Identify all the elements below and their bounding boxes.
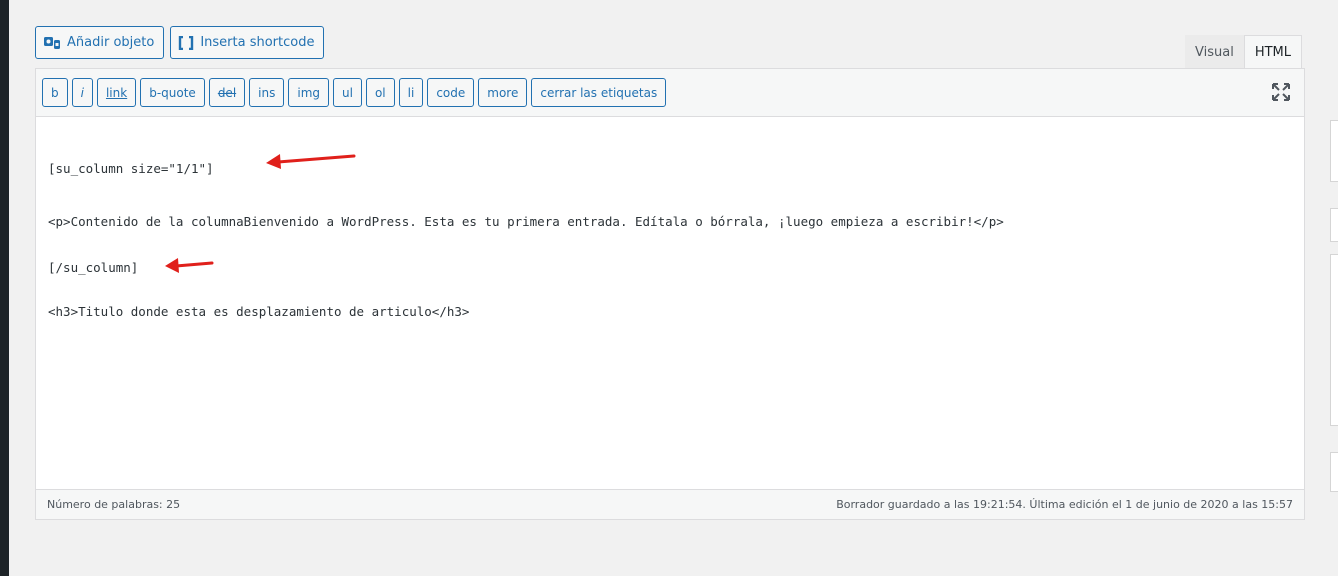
- metabox-edge: [1330, 208, 1338, 242]
- qt-code-button[interactable]: code: [427, 78, 475, 107]
- metabox-edge: [1330, 452, 1338, 492]
- qt-blockquote-button[interactable]: b-quote: [140, 78, 205, 107]
- metabox-edge: [1330, 120, 1338, 182]
- qt-del-button[interactable]: del: [208, 78, 246, 107]
- qt-link-button[interactable]: link: [96, 78, 137, 107]
- qt-ul-button[interactable]: ul: [333, 78, 362, 107]
- qt-ins-button[interactable]: ins: [249, 78, 285, 107]
- qt-italic-button[interactable]: i: [71, 78, 93, 107]
- editor-tabs: Visual HTML: [1185, 35, 1302, 69]
- content-textarea[interactable]: [su_column size="1/1"] <p>Contenido de l…: [36, 117, 1304, 491]
- html-editor: b i link b-quote del ins img ul ol li co…: [35, 68, 1305, 520]
- fullscreen-icon[interactable]: [1272, 83, 1290, 101]
- qt-ol-button[interactable]: ol: [365, 78, 395, 107]
- content-line-3: [/su_column]: [48, 260, 139, 275]
- qt-more-button[interactable]: more: [478, 78, 528, 107]
- qt-close-tags-button[interactable]: cerrar las etiquetas: [531, 78, 667, 107]
- metabox-edge: [1330, 254, 1338, 426]
- quicktags-toolbar: b i link b-quote del ins img ul ol li co…: [36, 69, 1304, 117]
- tab-html[interactable]: HTML: [1243, 35, 1302, 69]
- side-metaboxes-edge: [1330, 0, 1338, 576]
- content-line-1: [su_column size="1/1"]: [48, 161, 214, 176]
- editor-status-bar: Número de palabras: 25 Borrador guardado…: [36, 489, 1304, 519]
- insert-shortcode-button[interactable]: Inserta shortcode: [170, 26, 325, 59]
- add-media-icon: [44, 36, 60, 49]
- qt-bold-button[interactable]: b: [42, 78, 68, 107]
- add-media-label: Añadir objeto: [67, 35, 155, 50]
- content-line-2: <p>Contenido de la columnaBienvenido a W…: [48, 214, 1004, 229]
- qt-img-button[interactable]: img: [288, 78, 329, 107]
- annotation-arrow-2: [165, 258, 214, 273]
- draft-saved-status: Borrador guardado a las 19:21:54. Última…: [836, 498, 1293, 511]
- admin-sidebar-edge: [0, 0, 9, 576]
- content-line-4: <h3>Titulo donde esta es desplazamiento …: [48, 304, 470, 319]
- shortcode-icon: [179, 35, 194, 50]
- tab-visual[interactable]: Visual: [1185, 35, 1244, 69]
- qt-li-button[interactable]: li: [398, 78, 424, 107]
- annotation-arrow-1: [266, 154, 356, 169]
- word-count: Número de palabras: 25: [47, 498, 181, 511]
- media-buttons: Añadir objeto Inserta shortcode: [35, 26, 325, 59]
- add-media-button[interactable]: Añadir objeto: [35, 26, 165, 59]
- insert-shortcode-label: Inserta shortcode: [200, 35, 315, 50]
